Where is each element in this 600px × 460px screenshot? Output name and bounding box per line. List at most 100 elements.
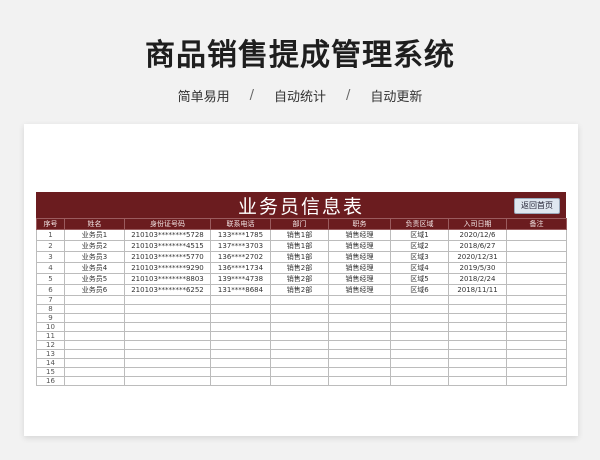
table-cell[interactable] [390, 358, 449, 368]
table-cell[interactable]: 2018/6/27 [448, 240, 507, 252]
table-cell[interactable]: 210103********4515 [124, 240, 211, 252]
table-cell[interactable]: 销售1部 [270, 229, 329, 241]
table-cell[interactable]: 业务员1 [64, 229, 125, 241]
table-cell[interactable] [124, 295, 211, 305]
table-cell[interactable]: 2020/12/31 [448, 251, 507, 263]
table-cell[interactable] [390, 295, 449, 305]
table-cell[interactable] [210, 358, 271, 368]
table-cell[interactable]: 2018/2/24 [448, 273, 507, 285]
table-cell[interactable]: 210103********9290 [124, 262, 211, 274]
table-cell[interactable] [448, 322, 507, 332]
row-number-cell[interactable]: 12 [36, 340, 65, 350]
table-cell[interactable] [210, 367, 271, 377]
table-cell[interactable] [328, 349, 391, 359]
table-cell[interactable] [448, 331, 507, 341]
table-cell[interactable]: 业务员3 [64, 251, 125, 263]
table-cell[interactable] [210, 304, 271, 314]
table-cell[interactable] [328, 367, 391, 377]
table-cell[interactable]: 业务员6 [64, 284, 125, 296]
table-cell[interactable]: 业务员5 [64, 273, 125, 285]
table-cell[interactable] [390, 331, 449, 341]
table-cell[interactable] [328, 304, 391, 314]
table-cell[interactable] [210, 349, 271, 359]
table-cell[interactable]: 销售1部 [270, 240, 329, 252]
table-cell[interactable] [506, 313, 567, 323]
row-number-cell[interactable]: 7 [36, 295, 65, 305]
table-cell[interactable]: 销售2部 [270, 262, 329, 274]
table-cell[interactable] [124, 358, 211, 368]
table-cell[interactable] [448, 376, 507, 386]
table-cell[interactable] [270, 331, 329, 341]
row-number-cell[interactable]: 14 [36, 358, 65, 368]
table-cell[interactable] [64, 304, 125, 314]
table-cell[interactable] [390, 349, 449, 359]
table-cell[interactable] [390, 304, 449, 314]
table-cell[interactable] [506, 376, 567, 386]
table-cell[interactable]: 137****3703 [210, 240, 271, 252]
table-cell[interactable] [506, 358, 567, 368]
table-cell[interactable] [328, 313, 391, 323]
table-cell[interactable] [506, 295, 567, 305]
table-cell[interactable]: 133****1785 [210, 229, 271, 241]
table-cell[interactable] [210, 322, 271, 332]
table-cell[interactable] [124, 331, 211, 341]
table-cell[interactable] [64, 367, 125, 377]
table-cell[interactable] [390, 340, 449, 350]
back-home-button[interactable]: 返回首页 [514, 198, 560, 214]
table-cell[interactable]: 销售经理 [328, 240, 391, 252]
table-cell[interactable] [124, 340, 211, 350]
table-cell[interactable]: 210103********8803 [124, 273, 211, 285]
table-cell[interactable] [124, 376, 211, 386]
table-cell[interactable] [210, 340, 271, 350]
row-number-cell[interactable]: 9 [36, 313, 65, 323]
table-cell[interactable] [506, 262, 567, 274]
table-cell[interactable] [124, 349, 211, 359]
row-number-cell[interactable]: 4 [36, 262, 65, 274]
table-cell[interactable] [506, 349, 567, 359]
table-cell[interactable] [390, 376, 449, 386]
table-cell[interactable] [448, 349, 507, 359]
table-cell[interactable]: 210103********5770 [124, 251, 211, 263]
table-cell[interactable] [210, 376, 271, 386]
table-cell[interactable] [506, 273, 567, 285]
table-cell[interactable] [390, 313, 449, 323]
table-cell[interactable]: 销售1部 [270, 251, 329, 263]
table-cell[interactable] [210, 295, 271, 305]
table-cell[interactable] [64, 313, 125, 323]
table-cell[interactable]: 业务员4 [64, 262, 125, 274]
table-cell[interactable] [64, 349, 125, 359]
table-cell[interactable] [270, 304, 329, 314]
table-cell[interactable]: 销售经理 [328, 229, 391, 241]
table-cell[interactable]: 销售2部 [270, 273, 329, 285]
table-cell[interactable]: 销售经理 [328, 262, 391, 274]
table-cell[interactable] [124, 313, 211, 323]
table-cell[interactable]: 区域3 [390, 251, 449, 263]
table-cell[interactable] [64, 295, 125, 305]
table-cell[interactable] [64, 340, 125, 350]
table-cell[interactable] [506, 240, 567, 252]
table-cell[interactable] [270, 349, 329, 359]
table-cell[interactable] [448, 340, 507, 350]
row-number-cell[interactable]: 1 [36, 229, 65, 241]
table-cell[interactable]: 2018/11/11 [448, 284, 507, 296]
table-cell[interactable] [64, 331, 125, 341]
table-cell[interactable]: 136****1734 [210, 262, 271, 274]
table-cell[interactable] [328, 340, 391, 350]
row-number-cell[interactable]: 8 [36, 304, 65, 314]
row-number-cell[interactable]: 16 [36, 376, 65, 386]
table-cell[interactable] [270, 376, 329, 386]
table-cell[interactable] [210, 331, 271, 341]
table-cell[interactable] [270, 367, 329, 377]
table-cell[interactable] [506, 322, 567, 332]
row-number-cell[interactable]: 10 [36, 322, 65, 332]
table-cell[interactable] [506, 331, 567, 341]
table-cell[interactable]: 136****2702 [210, 251, 271, 263]
row-number-cell[interactable]: 13 [36, 349, 65, 359]
table-cell[interactable] [64, 358, 125, 368]
table-cell[interactable]: 销售经理 [328, 251, 391, 263]
table-cell[interactable]: 2020/12/6 [448, 229, 507, 241]
table-cell[interactable] [448, 367, 507, 377]
table-cell[interactable] [448, 358, 507, 368]
table-cell[interactable]: 2019/5/30 [448, 262, 507, 274]
table-cell[interactable] [270, 358, 329, 368]
